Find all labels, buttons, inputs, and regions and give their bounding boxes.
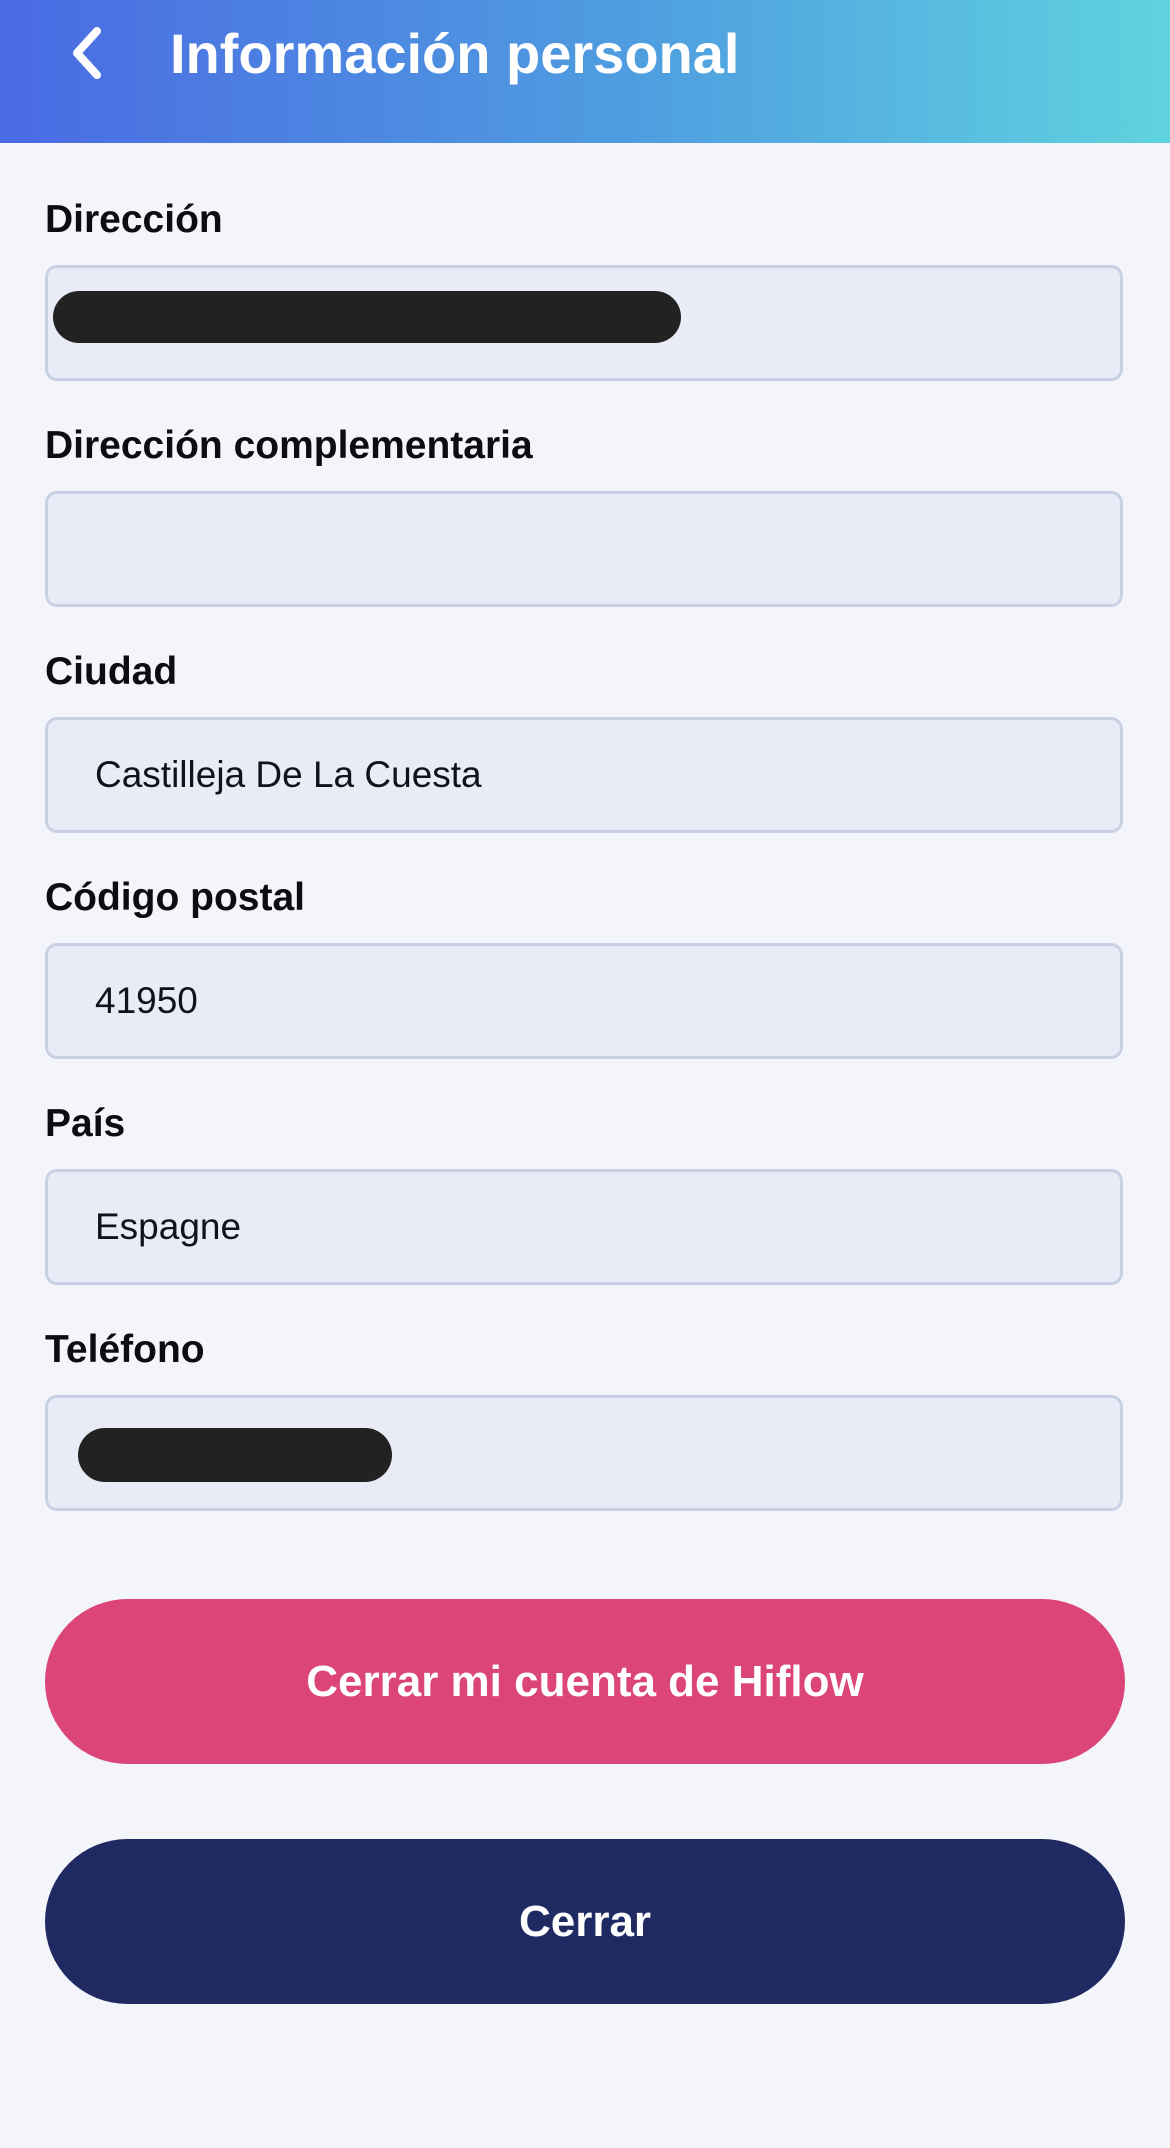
city-value: Castilleja De La Cuesta [95, 754, 482, 795]
postal-label: Código postal [45, 876, 305, 919]
country-value: Espagne [95, 1206, 242, 1247]
address-input[interactable] [45, 265, 1123, 381]
postal-input[interactable]: 41950 [45, 943, 1123, 1059]
header-bar: Información personal [0, 0, 1170, 143]
close-account-button[interactable]: Cerrar mi cuenta de Hiflow [45, 1599, 1125, 1764]
city-label: Ciudad [45, 650, 178, 693]
close-button[interactable]: Cerrar [45, 1839, 1125, 2004]
chevron-left-icon [73, 27, 101, 79]
address2-input[interactable] [45, 491, 1123, 607]
phone-redaction [78, 1428, 392, 1482]
address2-label: Dirección complementaria [45, 424, 533, 467]
back-button[interactable] [52, 18, 122, 88]
address-label: Dirección [45, 198, 223, 241]
phone-label: Teléfono [45, 1328, 205, 1371]
phone-input[interactable] [45, 1395, 1123, 1511]
page-title: Información personal [170, 22, 740, 85]
country-input[interactable]: Espagne [45, 1169, 1123, 1285]
address-redaction [53, 291, 681, 343]
postal-value: 41950 [95, 980, 198, 1021]
country-label: País [45, 1102, 126, 1145]
city-input[interactable]: Castilleja De La Cuesta [45, 717, 1123, 833]
